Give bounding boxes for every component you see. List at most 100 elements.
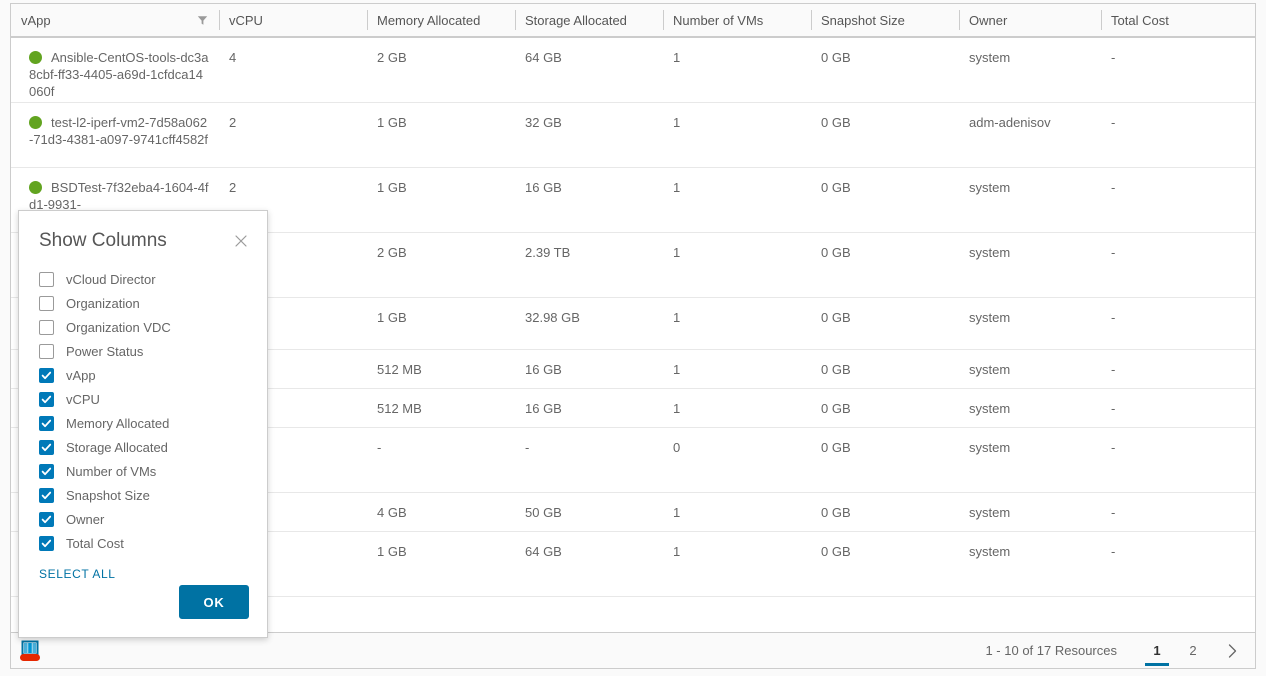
status-dot-icon: [29, 51, 42, 64]
cell-snap: 0 GB: [821, 180, 851, 195]
checkbox[interactable]: [39, 343, 54, 359]
columns-icon[interactable]: [19, 638, 41, 664]
checkbox[interactable]: [39, 535, 54, 551]
cell-snap: 0 GB: [821, 505, 851, 520]
checkbox[interactable]: [39, 511, 54, 527]
dialog-header: Show Columns: [19, 211, 267, 252]
column-header-snap[interactable]: Snapshot Size: [811, 4, 959, 36]
checkbox[interactable]: [39, 439, 54, 455]
cell-snap: 0 GB: [821, 115, 851, 130]
next-page-button[interactable]: [1219, 639, 1245, 663]
column-option-total-cost[interactable]: Total Cost: [39, 531, 247, 555]
cell-mem: 1 GB: [377, 180, 407, 195]
cell-vms: 1: [673, 505, 681, 520]
cell-cost: -: [1111, 50, 1116, 65]
dialog-body: vCloud Director Organization Organization …: [19, 252, 267, 585]
column-option-power-status[interactable]: Power Status: [39, 339, 247, 363]
column-option-vapp[interactable]: vApp: [39, 363, 247, 387]
vapp-name[interactable]: test-l2-iperf-vm2-7d58a062-71d3-4381-a09…: [29, 115, 208, 147]
cell-owner: system: [969, 180, 1011, 195]
cell-stor: 16 GB: [525, 401, 562, 416]
cell-cost: -: [1111, 180, 1116, 195]
cell-stor: 64 GB: [525, 50, 562, 65]
checkbox[interactable]: [39, 271, 54, 287]
cell-vms: 1: [673, 50, 681, 65]
page-button-2[interactable]: 2: [1179, 639, 1207, 663]
cell-vms: 1: [673, 401, 681, 416]
cell-cost: -: [1111, 505, 1116, 520]
column-option-vcpu[interactable]: vCPU: [39, 387, 247, 411]
column-header-stor[interactable]: Storage Allocated: [515, 4, 663, 36]
column-option-snapshot-size[interactable]: Snapshot Size: [39, 483, 247, 507]
checkbox[interactable]: [39, 295, 54, 311]
dialog-footer: OK: [19, 585, 267, 637]
table-row[interactable]: test-l2-iperf-vm2-7d58a062-71d3-4381-a09…: [11, 103, 1255, 168]
column-option-vcloud-director[interactable]: vCloud Director: [39, 267, 247, 291]
cell-mem: 512 MB: [377, 401, 422, 416]
column-header-owner[interactable]: Owner: [959, 4, 1101, 36]
column-option-storage-allocated[interactable]: Storage Allocated: [39, 435, 247, 459]
checkbox-label: Power Status: [66, 343, 144, 359]
cell-mem: 2 GB: [377, 245, 407, 260]
column-header-cost[interactable]: Total Cost: [1101, 4, 1253, 36]
checkbox[interactable]: [39, 367, 54, 383]
select-all-link[interactable]: SELECT ALL: [39, 567, 247, 581]
table-row[interactable]: Ansible-CentOS-tools-dc3a8cbf-ff33-4405-…: [11, 38, 1255, 103]
page-button-1[interactable]: 1: [1143, 639, 1171, 666]
checkbox-label: Snapshot Size: [66, 487, 150, 503]
column-header-vapp[interactable]: vApp: [11, 4, 219, 36]
cell-snap: 0 GB: [821, 544, 851, 559]
cell-snap: 0 GB: [821, 50, 851, 65]
column-header-vms[interactable]: Number of VMs: [663, 4, 811, 36]
cell-mem: 512 MB: [377, 362, 422, 377]
vapp-name[interactable]: Ansible-CentOS-tools-dc3a8cbf-ff33-4405-…: [29, 50, 209, 99]
filter-icon[interactable]: [195, 13, 209, 27]
dialog-title: Show Columns: [39, 230, 167, 251]
cell-stor: 64 GB: [525, 544, 562, 559]
checkbox-label: Number of VMs: [66, 463, 157, 479]
column-checkbox-list: vCloud Director Organization Organization …: [39, 267, 247, 555]
checkbox-label: Memory Allocated: [66, 415, 170, 431]
checkbox-label: Storage Allocated: [66, 439, 168, 455]
checkbox-label: vCPU: [66, 391, 100, 407]
cell-snap: 0 GB: [821, 310, 851, 325]
vapp-name[interactable]: BSDTest-7f32eba4-1604-4fd1-9931-: [29, 180, 209, 212]
cell-cost: -: [1111, 310, 1116, 325]
cell-stor: 50 GB: [525, 505, 562, 520]
cell-stor: -: [525, 440, 530, 455]
cell-cost: -: [1111, 362, 1116, 377]
cell-vms: 0: [673, 440, 681, 455]
footer-left: [19, 638, 41, 664]
ok-button[interactable]: OK: [179, 585, 249, 619]
status-dot-icon: [29, 116, 42, 129]
checkbox-label: Total Cost: [66, 535, 124, 551]
checkbox[interactable]: [39, 415, 54, 431]
column-header-vcpu[interactable]: vCPU: [219, 4, 367, 36]
checkbox[interactable]: [39, 319, 54, 335]
column-header-label: vApp: [21, 12, 51, 28]
cell-vms: 1: [673, 245, 681, 260]
column-option-number-of-vms[interactable]: Number of VMs: [39, 459, 247, 483]
column-option-memory-allocated[interactable]: Memory Allocated: [39, 411, 247, 435]
cell-mem: 1 GB: [377, 310, 407, 325]
pagination: 1 - 10 of 17 Resources 12: [985, 639, 1245, 666]
checkbox[interactable]: [39, 391, 54, 407]
column-option-organization[interactable]: Organization: [39, 291, 247, 315]
cell-owner: adm-adenisov: [969, 115, 1051, 130]
cell-snap: 0 GB: [821, 245, 851, 260]
status-dot-icon: [29, 181, 42, 194]
cell-vms: 1: [673, 310, 681, 325]
cell-snap: 0 GB: [821, 362, 851, 377]
column-option-organization-vdc[interactable]: Organization VDC: [39, 315, 247, 339]
close-icon[interactable]: [233, 233, 249, 249]
cell-owner: system: [969, 401, 1011, 416]
cell-snap: 0 GB: [821, 401, 851, 416]
cell-vapp: test-l2-iperf-vm2-7d58a062-71d3-4381-a09…: [11, 103, 219, 167]
column-option-owner[interactable]: Owner: [39, 507, 247, 531]
cell-vms: 1: [673, 544, 681, 559]
checkbox[interactable]: [39, 463, 54, 479]
cell-owner: system: [969, 440, 1011, 455]
column-header-mem[interactable]: Memory Allocated: [367, 4, 515, 36]
columns-icon-highlight: [20, 653, 40, 661]
checkbox[interactable]: [39, 487, 54, 503]
